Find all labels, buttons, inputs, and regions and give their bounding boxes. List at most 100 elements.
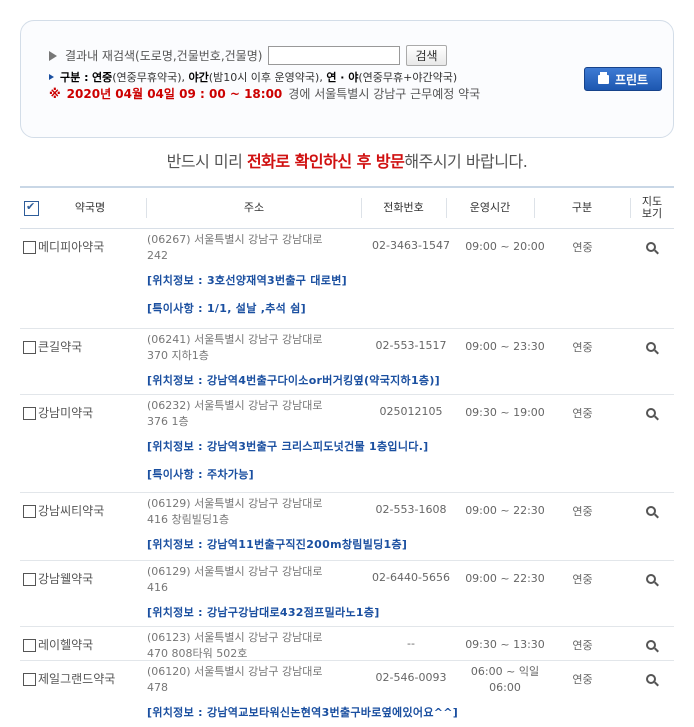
- col-type: 구분: [571, 201, 593, 214]
- phone-number: 02-546-0093: [375, 671, 447, 684]
- address-line-2: 370 지하1층: [147, 349, 209, 362]
- table-row: 강남웰약국 (06129) 서울특별시 강남구 강남대로 416 02-6440-56…: [20, 560, 674, 627]
- col-map: 지도 보기: [641, 195, 663, 220]
- location-info: [특이사항 : 주차가능]: [147, 468, 254, 481]
- magnifier-icon: [646, 342, 656, 352]
- row-checkbox[interactable]: [23, 673, 36, 686]
- map-view-button[interactable]: [646, 242, 658, 254]
- magnifier-icon: [646, 574, 656, 584]
- search-row: 결과내 재검색(도로명,건물번호,건물명) 검색: [49, 45, 447, 66]
- address-line-1: (06241) 서울특별시 강남구 강남대로: [147, 333, 323, 346]
- phone-number: 02-6440-5656: [372, 571, 450, 584]
- print-label: 프린트: [614, 72, 649, 87]
- row-checkbox[interactable]: [23, 573, 36, 586]
- pharmacy-name[interactable]: 큰길약국: [38, 338, 82, 355]
- bullet-icon: [49, 74, 54, 80]
- legend-prefix: 구분 :: [60, 71, 89, 84]
- row-checkbox[interactable]: [23, 241, 36, 254]
- type-label: 연중: [572, 341, 593, 354]
- legend-yagan-desc: (밤10시 이후 운영약국),: [208, 71, 323, 84]
- table-row: 큰길약국 (06241) 서울특별시 강남구 강남대로 370 지하1층 02-553…: [20, 328, 674, 395]
- notice: 반드시 미리 전화로 확인하신 후 방문해주시기 바랍니다.: [0, 148, 694, 172]
- phone-number: 02-3463-1547: [372, 239, 450, 252]
- col-tel: 전화번호: [383, 201, 424, 214]
- address-line-1: (06232) 서울특별시 강남구 강남대로: [147, 399, 323, 412]
- select-all-checkbox[interactable]: [24, 200, 39, 216]
- search-label: 결과내 재검색(도로명,건물번호,건물명): [65, 49, 263, 63]
- legend-yeonjung: 연중: [91, 71, 113, 84]
- address-line-1: (06129) 서울특별시 강남구 강남대로: [147, 497, 323, 510]
- hours: 09:30 ~ 19:00: [465, 406, 545, 419]
- map-view-button[interactable]: [646, 506, 658, 518]
- col-addr: 주소: [243, 201, 265, 214]
- location-info: [특이사항 : 1/1, 설날 ,추석 쉼]: [147, 302, 306, 315]
- row-checkbox[interactable]: [23, 505, 36, 518]
- magnifier-icon: [646, 408, 656, 418]
- table-row: 레이헬약국 (06123) 서울특별시 강남구 강남대로 470 808타워 502…: [20, 626, 674, 661]
- address-line-2: 416 창림빌딩1층: [147, 513, 230, 526]
- magnifier-icon: [646, 640, 656, 650]
- date-rest: 경에 서울특별시 강남구 근무예정 약국: [288, 87, 481, 101]
- date-row: ※ 2020년 04월 04일 09 : 00 ~ 18:00 경에 서울특별시…: [49, 85, 480, 102]
- map-view-button[interactable]: [646, 640, 658, 652]
- legend-yeonya: 연 · 야: [326, 71, 359, 84]
- col-hours: 운영시간: [469, 201, 511, 214]
- row-checkbox[interactable]: [23, 639, 36, 652]
- type-label: 연중: [572, 505, 593, 518]
- hours: 09:00 ~ 22:30: [465, 572, 545, 585]
- search-panel: 결과내 재검색(도로명,건물번호,건물명) 검색 구분 : 연중 (연중무휴약국…: [20, 20, 674, 138]
- phone-number: 02-553-1608: [375, 503, 447, 516]
- pharmacy-name[interactable]: 강남미약국: [38, 404, 93, 421]
- notice-emphasis: 전화로 확인하신 후 방문: [246, 152, 405, 171]
- map-view-button[interactable]: [646, 574, 658, 586]
- address-line-2: 242: [147, 249, 168, 262]
- pharmacy-name[interactable]: 제일그랜드약국: [38, 670, 115, 687]
- address-line-1: (06120) 서울특별시 강남구 강남대로: [147, 665, 323, 678]
- location-info: [위치정보 : 강남역교보타워신논현역3번출구바로옆에있어요^^]: [147, 706, 459, 719]
- address-line-1: (06267) 서울특별시 강남구 강남대로: [147, 233, 323, 246]
- row-checkbox[interactable]: [23, 341, 36, 354]
- table-row: 강남미약국 (06232) 서울특별시 강남구 강남대로 376 1층 0250121…: [20, 394, 674, 493]
- phone-number: 02-553-1517: [375, 339, 447, 352]
- type-label: 연중: [572, 639, 593, 652]
- triangle-icon: [49, 50, 57, 61]
- address-line-2: 478: [147, 681, 168, 694]
- table-header: 약국명 주소 전화번호 운영시간 구분 지도 보기: [20, 186, 674, 229]
- hours-line-1: 06:00 ~ 익일: [470, 665, 540, 678]
- search-input[interactable]: [268, 46, 401, 65]
- print-button[interactable]: 프린트: [584, 67, 662, 91]
- search-button[interactable]: 검색: [406, 45, 447, 66]
- date-range: 2020년 04월 04일 09 : 00 ~ 18:00: [66, 87, 283, 101]
- location-info: [위치정보 : 강남구강남대로432점프밀라노1층]: [147, 606, 380, 619]
- notice-post: 해주시기 바랍니다.: [404, 152, 528, 171]
- pharmacy-name[interactable]: 강남씨티약국: [38, 502, 104, 519]
- location-info: [위치정보 : 강남역3번출구 크리스피도넛건물 1층입니다.]: [147, 440, 429, 453]
- pharmacy-name[interactable]: 메디피아약국: [38, 238, 104, 255]
- hours: 09:30 ~ 13:30: [465, 638, 545, 651]
- phone-number: --: [407, 637, 415, 650]
- hours-line-2: 06:00: [489, 681, 521, 694]
- legend-yagan: 야간: [188, 71, 209, 84]
- col-name: 약국명: [74, 201, 106, 214]
- note-mark: ※: [49, 86, 61, 101]
- printer-icon: [597, 71, 609, 84]
- address-line-1: (06129) 서울특별시 강남구 강남대로: [147, 565, 323, 578]
- map-view-button[interactable]: [646, 408, 658, 420]
- type-label: 연중: [572, 407, 593, 420]
- map-view-button[interactable]: [646, 342, 658, 354]
- location-info: [위치정보 : 강남역11번출구직진200m창림빌딩1층]: [147, 538, 408, 551]
- magnifier-icon: [646, 242, 656, 252]
- address-line-2: 416: [147, 581, 168, 594]
- hours: 09:00 ~ 22:30: [465, 504, 545, 517]
- hours: 09:00 ~ 20:00: [465, 240, 545, 253]
- table-row: 메디피아약국 (06267) 서울특별시 강남구 강남대로 242 02-3463-1…: [20, 228, 674, 329]
- row-checkbox[interactable]: [23, 407, 36, 420]
- legend-yeonya-desc: (연중무휴+야간약국): [358, 71, 458, 84]
- pharmacy-name[interactable]: 강남웰약국: [38, 570, 93, 587]
- magnifier-icon: [646, 674, 656, 684]
- type-label: 연중: [572, 573, 593, 586]
- type-label: 연중: [572, 673, 593, 686]
- type-label: 연중: [572, 241, 593, 254]
- pharmacy-name[interactable]: 레이헬약국: [38, 636, 93, 653]
- map-view-button[interactable]: [646, 674, 658, 686]
